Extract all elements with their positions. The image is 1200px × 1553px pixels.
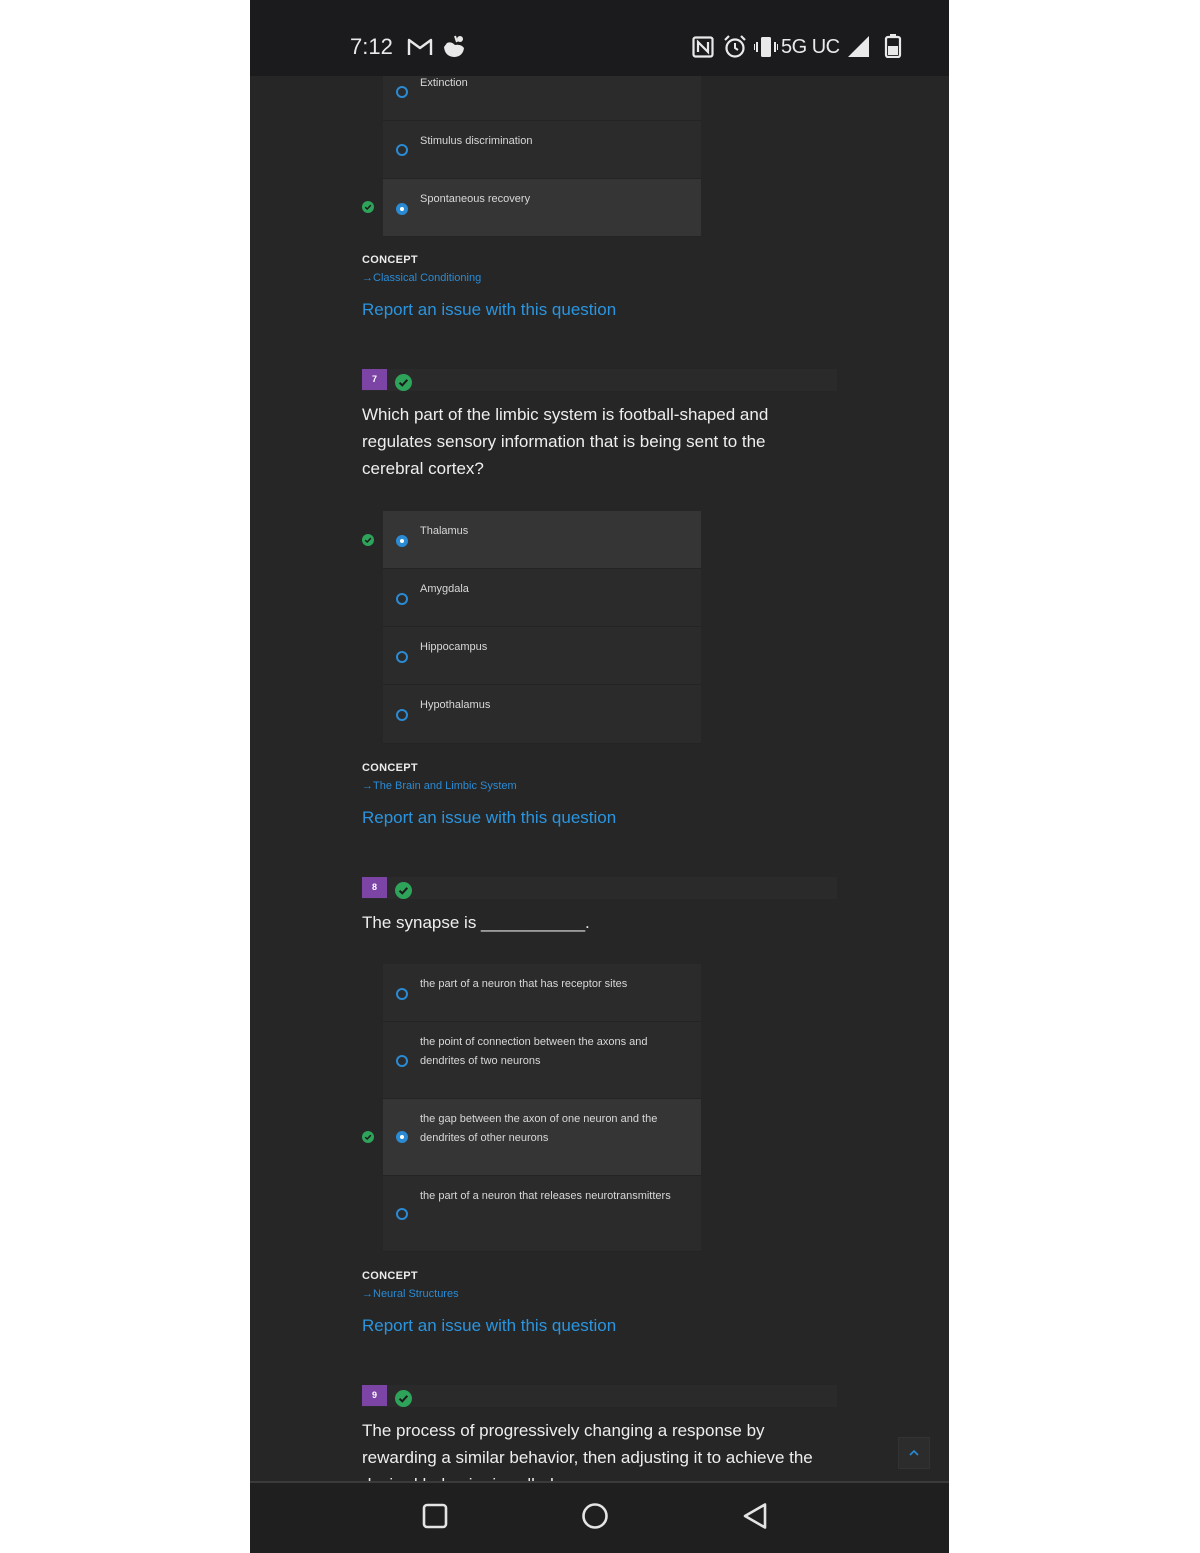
choice-text: Thalamus: [420, 525, 469, 537]
question-text: The process of progressively changing a …: [362, 1421, 813, 1481]
radio-button[interactable]: [396, 593, 408, 605]
radio-button[interactable]: [396, 1055, 408, 1067]
report-issue-link[interactable]: Report an issue with this question: [362, 808, 616, 828]
concept-label: CONCEPT: [362, 1270, 418, 1282]
alarm-icon: [723, 35, 747, 64]
battery-icon: [884, 34, 902, 63]
system-navigation-bar: [250, 1481, 949, 1553]
radio-button[interactable]: [396, 1208, 408, 1220]
circle-icon: [582, 1503, 608, 1529]
correct-answer-icon: [362, 1131, 374, 1143]
phone-screen: 7:12 5G UC Extinction Stimulus discrimin…: [250, 0, 949, 1553]
correct-check-icon: [395, 374, 412, 391]
chevron-up-icon: [909, 1449, 919, 1456]
back-button[interactable]: [742, 1502, 770, 1535]
question-number-badge: 9: [362, 1385, 387, 1406]
question-header: [362, 1385, 837, 1407]
radio-button[interactable]: [396, 86, 408, 98]
answer-choice[interactable]: Stimulus discrimination: [383, 121, 701, 179]
vibrate-icon: [753, 36, 779, 63]
question-number-badge: 7: [362, 369, 387, 390]
app-notification-icon: [441, 33, 467, 64]
arrow-right-icon: →: [362, 780, 373, 792]
answer-choice[interactable]: Spontaneous recovery: [383, 179, 701, 237]
network-type: 5G UC: [781, 36, 840, 58]
answer-choice[interactable]: the part of a neuron that releases neuro…: [383, 1176, 701, 1252]
answer-choice[interactable]: Hypothalamus: [383, 685, 701, 744]
nfc-icon: [692, 36, 714, 63]
question-text: Which part of the limbic system is footb…: [362, 405, 769, 478]
choice-text: Extinction: [420, 77, 468, 89]
report-issue-link[interactable]: Report an issue with this question: [362, 300, 616, 320]
radio-button[interactable]: [396, 144, 408, 156]
radio-button-selected[interactable]: [396, 203, 408, 215]
choice-text: Stimulus discrimination: [420, 135, 533, 147]
choice-text: the gap between the axon of one neuron a…: [420, 1113, 658, 1144]
arrow-right-icon: →: [362, 1288, 373, 1300]
radio-button[interactable]: [396, 988, 408, 1000]
quiz-results-content: Extinction Stimulus discrimination Spont…: [250, 76, 949, 1481]
signal-icon: [848, 36, 870, 63]
concept-link[interactable]: →Classical Conditioning: [362, 272, 481, 284]
concept-link[interactable]: →The Brain and Limbic System: [362, 780, 517, 792]
correct-check-icon: [395, 882, 412, 899]
scroll-to-top-button[interactable]: [898, 1437, 930, 1469]
choice-text: Hypothalamus: [420, 699, 491, 711]
choice-text: the point of connection between the axon…: [420, 1036, 648, 1067]
correct-answer-icon: [362, 534, 374, 546]
gmail-icon: [407, 37, 433, 62]
status-time: 7:12: [350, 34, 393, 59]
home-button[interactable]: [581, 1502, 609, 1535]
answer-choice[interactable]: Amygdala: [383, 569, 701, 627]
choice-text: Hippocampus: [420, 641, 488, 653]
answer-choice[interactable]: the point of connection between the axon…: [383, 1022, 701, 1099]
triangle-back-icon: [743, 1503, 767, 1529]
concept-label: CONCEPT: [362, 762, 418, 774]
choice-text: Spontaneous recovery: [420, 193, 531, 205]
correct-answer-icon: [362, 201, 374, 213]
concept-link[interactable]: →Neural Structures: [362, 1288, 459, 1300]
question-text: The synapse is ___________.: [362, 913, 590, 932]
choice-text: Amygdala: [420, 583, 469, 595]
answer-choice[interactable]: the part of a neuron that has receptor s…: [383, 964, 701, 1022]
radio-button[interactable]: [396, 709, 408, 721]
question-header: [362, 877, 837, 899]
answer-choice[interactable]: the gap between the axon of one neuron a…: [383, 1099, 701, 1176]
arrow-right-icon: →: [362, 272, 373, 284]
concept-label: CONCEPT: [362, 254, 418, 266]
question-number-badge: 8: [362, 877, 387, 898]
choice-text: the part of a neuron that releases neuro…: [420, 1190, 671, 1202]
answer-choice[interactable]: Hippocampus: [383, 627, 701, 685]
report-issue-link[interactable]: Report an issue with this question: [362, 1316, 616, 1336]
radio-button-selected[interactable]: [396, 1131, 408, 1143]
choice-text: the part of a neuron that has receptor s…: [420, 978, 628, 990]
question-header: [362, 369, 837, 391]
answer-choice[interactable]: Thalamus: [383, 511, 701, 569]
correct-check-icon: [395, 1390, 412, 1407]
radio-button-selected[interactable]: [396, 535, 408, 547]
answer-choice[interactable]: Extinction: [383, 76, 701, 121]
radio-button[interactable]: [396, 651, 408, 663]
square-icon: [422, 1503, 448, 1529]
status-bar: 7:12 5G UC: [250, 0, 949, 76]
recent-apps-button[interactable]: [422, 1503, 448, 1534]
